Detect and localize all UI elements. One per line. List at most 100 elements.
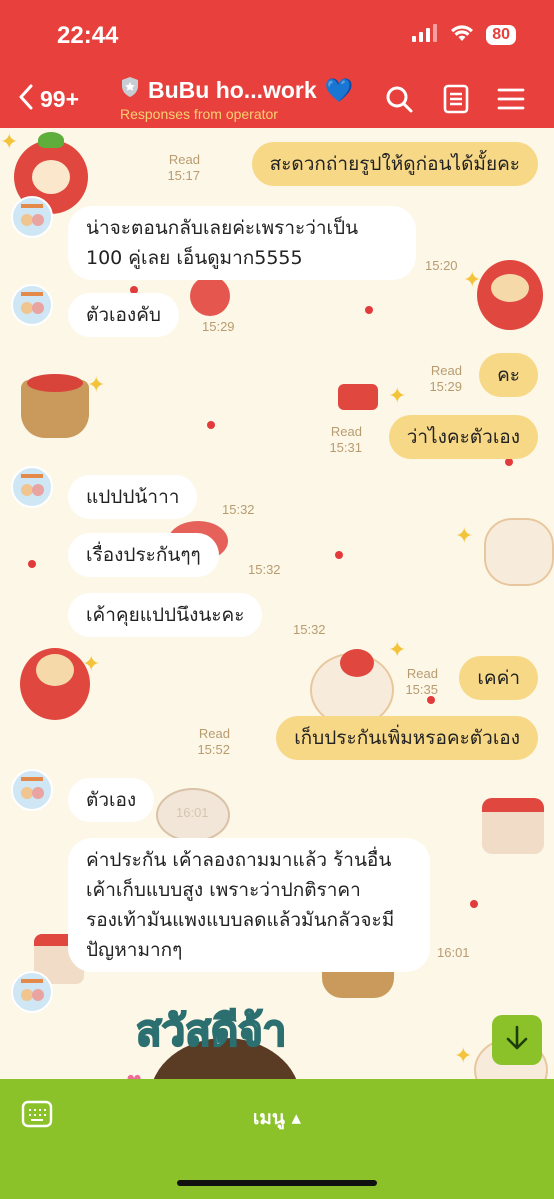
- status-bar: 22:44 80: [0, 0, 554, 70]
- dot-decoration: [207, 421, 215, 429]
- message-text: ตัวเองคับ: [86, 304, 161, 326]
- incoming-message-bubble[interactable]: ตัวเอง: [68, 778, 155, 822]
- basket-sticker: [21, 374, 89, 438]
- menu-toggle[interactable]: เมนู ▴: [0, 1103, 554, 1133]
- status-time: 22:44: [57, 22, 119, 49]
- basket-decoration: [322, 968, 394, 998]
- message-time: 15:31: [329, 440, 362, 455]
- tomato-decoration: [190, 276, 230, 316]
- message-time: 15:20: [425, 258, 458, 273]
- message-meta: Read 15:29: [420, 363, 462, 395]
- battery-indicator: 80: [486, 25, 516, 45]
- heart-emoji: 💙: [324, 76, 354, 103]
- avatar[interactable]: [11, 769, 53, 811]
- back-button[interactable]: 99+: [18, 84, 79, 114]
- menu-icon: [497, 88, 525, 118]
- message-time: 15:32: [248, 562, 281, 577]
- outgoing-message-bubble[interactable]: เก็บประกันเพิ่มหรอคะตัวเอง: [276, 716, 538, 760]
- chat-title: BuBu ho...work: [148, 76, 317, 103]
- message-text: เก็บประกันเพิ่มหรอคะตัวเอง: [294, 727, 520, 749]
- dot-decoration: [28, 560, 36, 568]
- search-button[interactable]: [384, 84, 414, 118]
- signal-icon: [412, 24, 438, 46]
- message-text: ว่าไงคะตัวเอง: [406, 426, 520, 448]
- incoming-message-bubble[interactable]: เค้าคุยแปปนึงนะคะ: [68, 593, 263, 637]
- message-text: ค่าประกัน เค้าลองถามมาแล้ว ร้านอื่น เค้า…: [86, 849, 395, 961]
- unread-count: 99+: [40, 85, 80, 112]
- incoming-message-bubble[interactable]: ตัวเองคับ: [68, 293, 179, 337]
- message-meta: Read 15:52: [188, 726, 230, 758]
- sticker-text: สวัสดีจ้า: [135, 1005, 287, 1056]
- scroll-to-bottom-button[interactable]: [492, 1015, 542, 1065]
- message-meta: Read 15:35: [396, 666, 438, 698]
- home-indicator: [177, 1180, 377, 1186]
- tomato-cat-sticker: [20, 648, 90, 720]
- sparkle-decoration: ✦: [0, 130, 19, 155]
- avatar[interactable]: [11, 196, 53, 238]
- message-meta: Read 15:17: [158, 152, 200, 184]
- heart-decoration: ♥: [126, 1072, 142, 1079]
- outgoing-message-bubble[interactable]: คะ: [479, 353, 538, 397]
- message-time: 16:01: [437, 945, 470, 960]
- cat-sticker: [484, 518, 554, 586]
- tomato-cat-sticker: [477, 260, 543, 330]
- sparkle-decoration: ✦: [454, 1044, 473, 1069]
- message-time: 15:32: [293, 622, 326, 637]
- outgoing-message-bubble[interactable]: ว่าไงคะตัวเอง: [388, 415, 538, 459]
- dot-decoration: [470, 900, 478, 908]
- tomato-can-sticker: [338, 384, 378, 410]
- notes-icon: [442, 84, 470, 118]
- message-time: 15:17: [167, 168, 200, 183]
- read-status: Read: [198, 726, 230, 741]
- message-text: แปปปน้าาา: [86, 486, 180, 508]
- message-meta: Read 15:31: [320, 424, 362, 456]
- incoming-message-bubble[interactable]: แปปปน้าาา: [68, 475, 198, 519]
- chat-subtitle: Responses from operator: [120, 106, 278, 122]
- message-text: เค้าคุยแปปนึงนะคะ: [86, 604, 245, 626]
- chevron-left-icon: [18, 84, 34, 114]
- sparkle-decoration: ✦: [82, 652, 101, 677]
- dot-decoration: [505, 458, 513, 466]
- message-time: 15:29: [429, 379, 462, 394]
- message-time: 15:35: [405, 682, 438, 697]
- message-time: 15:29: [202, 319, 235, 334]
- tomato-jar-sticker: [482, 798, 544, 854]
- outgoing-message-bubble[interactable]: เคค่า: [459, 656, 538, 700]
- message-time: 15:32: [222, 502, 255, 517]
- verified-shield-icon: [120, 76, 140, 104]
- read-status: Read: [168, 152, 200, 167]
- incoming-message-bubble[interactable]: เรื่องประกันๆๆ: [68, 533, 219, 577]
- read-status: Read: [406, 666, 438, 681]
- sparkle-decoration: ✦: [388, 638, 407, 663]
- arrow-down-icon: [504, 1024, 530, 1056]
- notes-button[interactable]: [442, 84, 470, 118]
- message-text: น่าจะตอนกลับเลยค่ะเพราะว่าเป็น 100 คู่เล…: [86, 217, 359, 269]
- message-text: สะดวกถ่ายรูปให้ดูก่อนได้มั้ยคะ: [269, 153, 520, 175]
- sparkle-decoration: ✦: [87, 373, 106, 398]
- sparkle-decoration: ✦: [388, 384, 407, 409]
- incoming-message-bubble[interactable]: น่าจะตอนกลับเลยค่ะเพราะว่าเป็น 100 คู่เล…: [68, 206, 416, 280]
- message-time: 15:52: [197, 742, 230, 757]
- read-status: Read: [430, 363, 462, 378]
- avatar[interactable]: [11, 466, 53, 508]
- dot-decoration: [335, 551, 343, 559]
- status-icons: 80: [412, 24, 516, 46]
- chat-area[interactable]: ✦ ✦ ✦ ✦ ✦ ✦ ✦ ✦ Read 15:17 สะดวกถ่ายรูปใ…: [0, 128, 554, 1079]
- avatar[interactable]: [11, 284, 53, 326]
- avatar[interactable]: [11, 971, 53, 1013]
- dot-decoration: [365, 306, 373, 314]
- chat-title-area[interactable]: BuBu ho...work 💙 Responses from operator: [120, 76, 354, 123]
- wifi-icon: [450, 24, 474, 46]
- sticker-message[interactable]: สวัสดีจ้า: [120, 998, 380, 1079]
- message-time: 16:01: [176, 805, 209, 820]
- message-text: เรื่องประกันๆๆ: [86, 544, 201, 566]
- message-text: คะ: [497, 364, 520, 386]
- outgoing-message-bubble[interactable]: สะดวกถ่ายรูปให้ดูก่อนได้มั้ยคะ: [251, 142, 538, 186]
- incoming-message-bubble[interactable]: ค่าประกัน เค้าลองถามมาแล้ว ร้านอื่น เค้า…: [68, 838, 430, 972]
- chat-header: 99+ BuBu ho...work 💙 Responses from oper…: [0, 70, 554, 128]
- search-icon: [384, 86, 414, 118]
- menu-button[interactable]: [497, 84, 525, 118]
- message-text: เคค่า: [477, 667, 520, 689]
- read-status: Read: [330, 424, 362, 439]
- sparkle-decoration: ✦: [455, 524, 474, 549]
